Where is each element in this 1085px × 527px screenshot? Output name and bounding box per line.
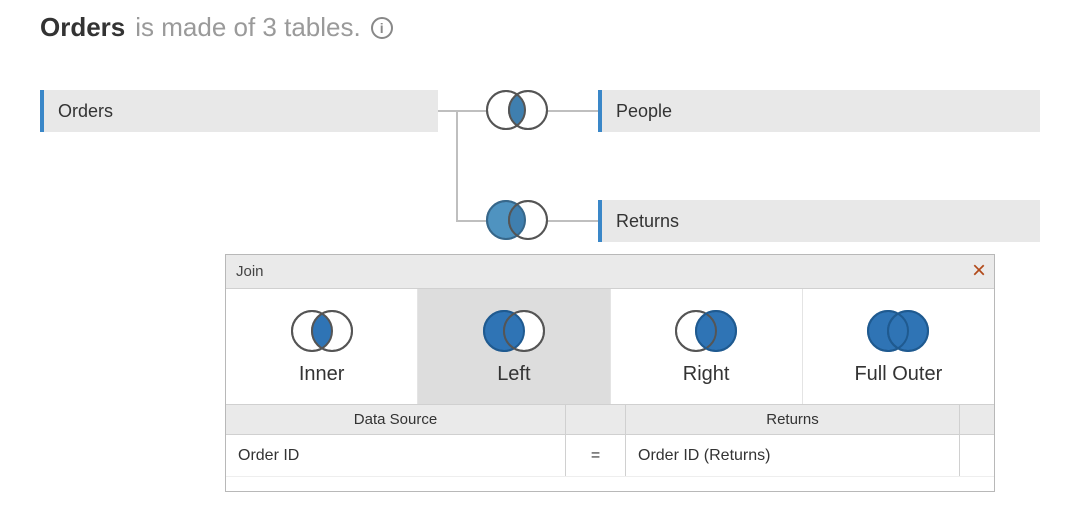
close-icon[interactable]: ×	[972, 259, 986, 283]
table-people[interactable]: People	[598, 90, 1040, 132]
table-label: People	[616, 101, 672, 122]
join-option-label: Left	[497, 363, 530, 386]
join-option-label: Inner	[299, 363, 345, 386]
join-option-label: Right	[683, 363, 730, 386]
join-type-options: Inner Left Right	[226, 289, 994, 405]
venn-full-outer-icon	[858, 307, 938, 355]
clause-padding	[226, 477, 994, 491]
clause-left-field[interactable]: Order ID	[226, 435, 566, 476]
table-label: Returns	[616, 211, 679, 232]
connector-line	[456, 110, 458, 222]
venn-inner-icon	[282, 307, 362, 355]
dialog-title: Join	[236, 263, 264, 280]
clause-row-tail	[960, 435, 994, 476]
venn-left-icon	[474, 307, 554, 355]
join-icon-returns[interactable]	[481, 198, 553, 242]
data-source-name: Orders	[40, 12, 125, 43]
join-option-right[interactable]: Right	[611, 289, 803, 404]
clause-header-tail	[960, 405, 994, 434]
join-icon-people[interactable]	[481, 88, 553, 132]
clause-header-op	[566, 405, 626, 434]
clause-right-field[interactable]: Order ID (Returns)	[626, 435, 960, 476]
join-option-full-outer[interactable]: Full Outer	[803, 289, 994, 404]
page-header: Orders is made of 3 tables. i	[40, 12, 393, 43]
table-label: Orders	[58, 101, 113, 122]
data-source-subtitle: is made of 3 tables.	[135, 12, 360, 43]
join-option-label: Full Outer	[854, 363, 942, 386]
venn-right-icon	[666, 307, 746, 355]
info-icon[interactable]: i	[371, 17, 393, 39]
join-dialog: Join × Inner Left	[225, 254, 995, 492]
clause-operator[interactable]: =	[566, 435, 626, 476]
table-orders[interactable]: Orders	[40, 90, 438, 132]
clause-header-left: Data Source	[226, 405, 566, 434]
join-option-left[interactable]: Left	[418, 289, 610, 404]
dialog-header: Join ×	[226, 255, 994, 289]
join-option-inner[interactable]: Inner	[226, 289, 418, 404]
clause-header-right: Returns	[626, 405, 960, 434]
join-clause-header: Data Source Returns	[226, 405, 994, 435]
table-returns[interactable]: Returns	[598, 200, 1040, 242]
join-clause-row: Order ID = Order ID (Returns)	[226, 435, 994, 477]
